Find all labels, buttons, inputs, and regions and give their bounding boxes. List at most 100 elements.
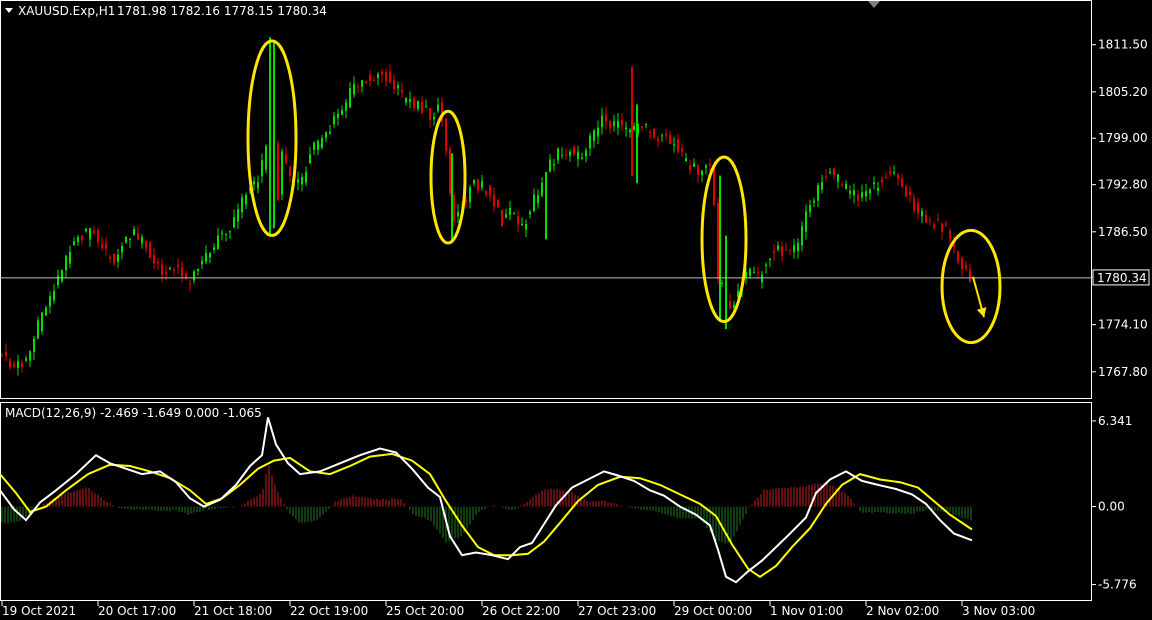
candle-body bbox=[949, 231, 951, 239]
candle-body bbox=[257, 182, 259, 189]
candle-body bbox=[421, 101, 423, 114]
candle-body bbox=[865, 191, 867, 197]
candle-body bbox=[137, 233, 139, 240]
candle-body bbox=[677, 139, 679, 152]
candle-body bbox=[209, 253, 211, 258]
candle-body bbox=[817, 184, 819, 201]
candle-body bbox=[197, 268, 199, 271]
candle-body bbox=[261, 160, 263, 177]
candle-body bbox=[657, 138, 659, 142]
candle-body bbox=[593, 130, 595, 141]
candle-body bbox=[905, 186, 907, 197]
candle-body bbox=[13, 364, 15, 368]
candle-body bbox=[573, 146, 575, 155]
candle-body bbox=[773, 251, 775, 254]
candle-body bbox=[377, 73, 379, 78]
candle-body bbox=[685, 158, 687, 162]
candle-body bbox=[473, 179, 475, 184]
candle-body bbox=[565, 154, 567, 156]
candle-body bbox=[165, 272, 167, 274]
time-tick-label: 29 Oct 00:00 bbox=[674, 604, 752, 618]
candle-body bbox=[849, 190, 851, 194]
candle-body bbox=[57, 275, 59, 286]
trading-chart[interactable]: 1767.80 1774.10 1786.50 1792.80 1799.00 1805.… bbox=[0, 0, 1152, 620]
candle-body bbox=[341, 110, 343, 116]
candle-body bbox=[373, 79, 375, 81]
candle-body bbox=[693, 163, 695, 167]
candle-body bbox=[413, 98, 415, 109]
candle-body bbox=[889, 171, 891, 174]
candle-body bbox=[821, 181, 823, 190]
candle-body bbox=[477, 179, 479, 191]
candle-body bbox=[869, 189, 871, 194]
candle-body bbox=[549, 159, 551, 172]
candle-body bbox=[921, 211, 923, 217]
candle-body bbox=[77, 236, 79, 243]
candle-body bbox=[401, 90, 403, 93]
candle-body bbox=[445, 118, 447, 151]
current-price-label: 1780.34 bbox=[1097, 271, 1147, 285]
macd-tick-label: -5.776 bbox=[1098, 578, 1137, 592]
candle-body bbox=[253, 181, 255, 185]
candle-body bbox=[825, 176, 827, 178]
candle-body bbox=[661, 135, 663, 137]
candle-body bbox=[793, 245, 795, 252]
candle-body bbox=[697, 165, 699, 175]
candle-body bbox=[133, 229, 135, 236]
candle-body bbox=[497, 199, 499, 208]
candle-body bbox=[145, 241, 147, 249]
candle-body bbox=[877, 187, 879, 191]
candle-body bbox=[957, 251, 959, 263]
candle-body bbox=[533, 194, 535, 212]
candle-body bbox=[121, 245, 123, 253]
candle-body bbox=[641, 126, 643, 128]
candle-body bbox=[581, 157, 583, 159]
candle-body bbox=[649, 132, 651, 134]
candle-body bbox=[393, 80, 395, 89]
candle-body bbox=[969, 270, 971, 282]
candle-body bbox=[317, 140, 319, 150]
candle-body bbox=[513, 213, 515, 215]
candle-body bbox=[589, 135, 591, 149]
time-axis: 19 Oct 2021 20 Oct 17:00 21 Oct 18:00 22 Oc… bbox=[1, 601, 1035, 618]
candle-body bbox=[21, 362, 23, 367]
candle-body bbox=[361, 80, 363, 87]
candle-body bbox=[553, 164, 555, 166]
candle-body bbox=[429, 108, 431, 120]
candle-body bbox=[217, 235, 219, 249]
candle-body bbox=[125, 236, 127, 243]
candle-body bbox=[857, 194, 859, 201]
candle-body bbox=[701, 170, 703, 176]
time-tick-label: 26 Oct 22:00 bbox=[482, 604, 560, 618]
candle-body bbox=[713, 168, 715, 206]
candle-body bbox=[901, 178, 903, 187]
candle-body bbox=[213, 247, 215, 250]
candle-body bbox=[665, 133, 667, 136]
candle-body bbox=[313, 142, 315, 150]
candle-body bbox=[845, 183, 847, 190]
time-tick-label: 22 Oct 19:00 bbox=[290, 604, 368, 618]
candle-body bbox=[557, 148, 559, 161]
candle-body bbox=[201, 260, 203, 265]
candle-body bbox=[109, 256, 111, 259]
candle-body bbox=[965, 265, 967, 268]
candle-body bbox=[245, 194, 247, 205]
candle-body bbox=[673, 144, 675, 146]
macd-tick-label: 6.341 bbox=[1098, 414, 1132, 428]
candle-body bbox=[753, 271, 755, 273]
candle-body bbox=[337, 113, 339, 118]
candle-body bbox=[289, 167, 291, 177]
candle-body bbox=[937, 219, 939, 221]
time-tick-label: 20 Oct 17:00 bbox=[98, 604, 176, 618]
candle-body bbox=[97, 229, 99, 243]
current-price-label-box: 1780.34 bbox=[1092, 269, 1150, 286]
candle-body bbox=[141, 237, 143, 244]
candle-body bbox=[277, 143, 279, 200]
candle-body bbox=[941, 223, 943, 232]
candle-body bbox=[733, 304, 735, 308]
candle-body bbox=[433, 116, 435, 120]
candle-body bbox=[453, 195, 455, 222]
candle-body bbox=[749, 268, 751, 276]
candle-body bbox=[925, 214, 927, 223]
candle-body bbox=[237, 209, 239, 222]
